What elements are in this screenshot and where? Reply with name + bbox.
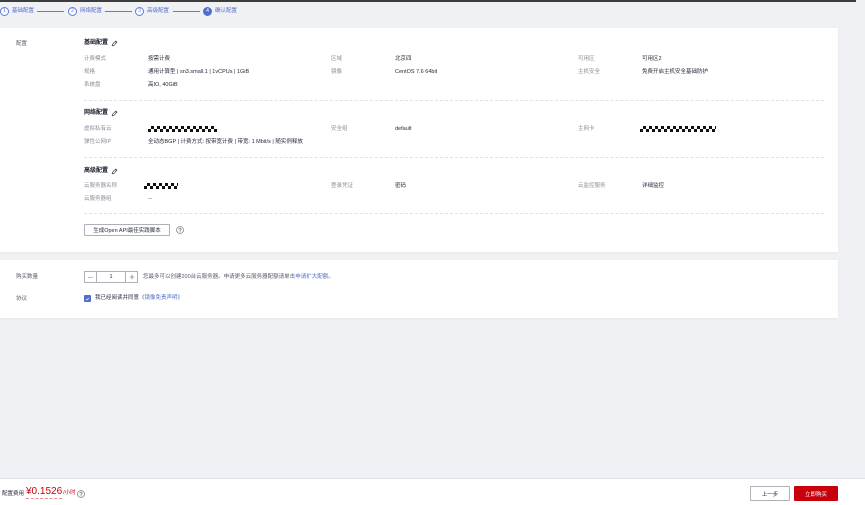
host-security-value: 免费开启主机安全基础防护: [642, 69, 709, 75]
check-icon: [85, 297, 90, 300]
flavor-label: 规格: [84, 69, 96, 75]
vpc-label: 虚拟私有云: [84, 126, 112, 132]
billing-mode-label: 计费模式: [84, 56, 107, 62]
step-1-label: 基础配置: [12, 8, 35, 14]
vpc-value-redacted: [148, 126, 217, 132]
monitoring-value: 详细监控: [642, 183, 665, 189]
server-group-label: 云服务器组: [84, 196, 112, 202]
step-4-number: 4: [203, 7, 212, 16]
previous-step-button[interactable]: 上一步: [750, 486, 790, 501]
quantity-hint-text: 您最多可以创建200台云服务器。申请更多云服务器配额请单击: [143, 274, 296, 280]
wizard-step-4: 4 确认配置: [203, 7, 237, 16]
region-label: 区域: [331, 56, 343, 62]
step-connector-3: [173, 11, 200, 12]
agreement-checkbox[interactable]: [84, 295, 91, 302]
edit-advanced-config-pencil-icon[interactable]: [111, 168, 118, 175]
step-1-number: 1: [0, 7, 9, 16]
agreement-label: 协议: [16, 296, 28, 302]
flavor-value: 通用计算型 | sn3.small.1 | 1vCPUs | 1GiB: [148, 69, 250, 75]
wizard-step-2[interactable]: 2 网络配置: [68, 7, 102, 16]
section-divider: [84, 100, 824, 101]
system-disk-label: 系统盘: [84, 82, 101, 88]
step-4-label: 确认配置: [215, 8, 238, 14]
wizard-steps: 1 基础配置 2 网络配置 3 高级配置 4 确认配置: [0, 0, 260, 24]
login-credential-value: 密码: [395, 183, 407, 189]
config-summary-card: 配置 基础配置 计费模式 按需计费 区域 北京四 可用区 可用区2 规格 通用计…: [0, 28, 838, 252]
primary-nic-value-redacted: [640, 126, 716, 132]
quantity-hint-suffix: 。: [328, 274, 334, 280]
server-name-value-redacted: [144, 183, 178, 189]
wizard-step-3[interactable]: 3 高级配置: [135, 7, 169, 16]
billing-mode-value: 按需计费: [148, 56, 171, 62]
price-unit: /小时: [63, 490, 76, 496]
price-value: ¥0.1526: [26, 486, 63, 499]
network-config-header: 网络配置: [84, 109, 118, 117]
agreement-text: 我已经阅读并同意《镜像免责声明》: [95, 295, 183, 302]
primary-nic-label: 主网卡: [578, 126, 595, 132]
quantity-input[interactable]: [97, 272, 125, 282]
request-quota-increase-link[interactable]: 申请扩大配额: [295, 274, 328, 280]
step-2-number: 2: [68, 7, 77, 16]
edit-basic-config-pencil-icon[interactable]: [111, 40, 118, 47]
network-config-title: 网络配置: [84, 110, 109, 116]
price-help-icon[interactable]: [77, 490, 85, 498]
system-disk-value: 高IO, 40GiB: [148, 82, 178, 88]
monitoring-label: 云监控服务: [578, 183, 606, 189]
security-group-label: 安全组: [331, 126, 348, 132]
step-3-label: 高级配置: [147, 8, 170, 14]
eip-value: 全动态BGP | 计费方式: 按带宽计费 | 带宽: 1 Mbit/s | 随实…: [148, 139, 303, 145]
price-label: 配置费用: [2, 491, 25, 497]
server-group-value: --: [148, 196, 152, 202]
price-footer-bar: 配置费用 ¥0.1526 /小时 上一步 立即购买: [0, 478, 865, 505]
price-display: ¥0.1526 /小时: [26, 486, 76, 499]
plus-icon: [129, 274, 134, 280]
step-2-label: 网络配置: [80, 8, 103, 14]
generate-openapi-script-button[interactable]: 生成Open API最佳实践脚本: [84, 224, 170, 236]
wizard-step-1[interactable]: 1 基础配置: [0, 7, 34, 16]
buy-now-button[interactable]: 立即购买: [794, 486, 838, 501]
login-credential-label: 登录凭证: [331, 183, 354, 189]
server-name-label: 云服务器名称: [84, 183, 118, 189]
image-label: 镜像: [331, 69, 343, 75]
config-section-label: 配置: [16, 41, 28, 47]
section-divider: [84, 213, 824, 214]
quantity-label: 购买数量: [16, 274, 39, 280]
quantity-hint: 您最多可以创建200台云服务器。申请更多云服务器配额请单击申请扩大配额。: [143, 274, 334, 281]
image-disclaimer-link[interactable]: 《镜像免责声明》: [139, 295, 183, 301]
eip-label: 弹性公网IP: [84, 139, 112, 145]
section-divider: [84, 157, 824, 158]
host-security-label: 主机安全: [578, 69, 601, 75]
quantity-increase-button[interactable]: [125, 272, 137, 282]
basic-config-title: 基础配置: [84, 40, 109, 46]
step-connector-1: [37, 11, 64, 12]
minus-icon: [88, 276, 93, 278]
edit-network-config-pencil-icon[interactable]: [111, 110, 118, 117]
basic-config-header: 基础配置: [84, 39, 118, 47]
az-value: 可用区2: [642, 56, 662, 62]
region-value: 北京四: [395, 56, 412, 62]
quantity-decrease-button[interactable]: [85, 272, 97, 282]
security-group-value: default: [395, 126, 412, 132]
purchase-options-card: 购买数量 您最多可以创建200台云服务器。申请更多云服务器配额请单击申请扩大配额…: [0, 260, 838, 318]
quantity-stepper: [84, 271, 138, 283]
ecs-purchase-confirm-page: 1 基础配置 2 网络配置 3 高级配置 4 确认配置 配置 基础配置 计费模式: [0, 0, 865, 505]
step-3-number: 3: [135, 7, 144, 16]
image-value: CentOS 7.6 64bit: [395, 69, 438, 75]
advanced-config-header: 高级配置: [84, 167, 118, 175]
advanced-config-title: 高级配置: [84, 168, 109, 174]
agreement-statement: 我已经阅读并同意: [95, 295, 140, 301]
step-connector-2: [105, 11, 132, 12]
openapi-help-icon[interactable]: [176, 226, 184, 234]
az-label: 可用区: [578, 56, 595, 62]
